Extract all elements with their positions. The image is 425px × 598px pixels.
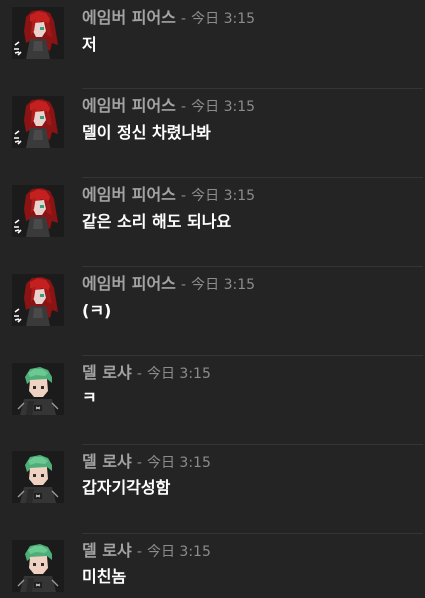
- message-timestamp: 今日 3:15: [146, 366, 211, 382]
- message-text: 미친놈: [82, 567, 127, 586]
- header-separator: -: [136, 544, 142, 560]
- message-timestamp: 今日 3:15: [146, 455, 211, 471]
- chat-message: 에임버 피어스 - 今日 3:15 델이 정신 차렸나봐: [0, 89, 425, 178]
- message-text: 델이 정신 차렸나봐: [82, 123, 211, 142]
- green-haired-character-avatar-icon: [12, 540, 64, 592]
- green-haired-character-avatar-icon: [12, 363, 64, 415]
- header-separator: -: [136, 366, 142, 382]
- message-author[interactable]: 델 로샤: [82, 541, 132, 560]
- user-avatar[interactable]: [12, 540, 64, 592]
- header-separator: -: [180, 99, 187, 115]
- header-separator: -: [136, 455, 142, 471]
- user-avatar[interactable]: [12, 96, 64, 148]
- chat-message: 에임버 피어스 - 今日 3:15 (ㅋ): [0, 267, 425, 356]
- message-text: 저: [82, 35, 97, 54]
- message-author[interactable]: 에임버 피어스: [82, 8, 176, 27]
- message-author[interactable]: 에임버 피어스: [82, 185, 176, 204]
- message-timestamp: 今日 3:15: [146, 544, 211, 560]
- message-header: 델 로샤 - 今日 3:15: [82, 363, 211, 384]
- message-header: 에임버 피어스 - 今日 3:15: [82, 96, 255, 117]
- message-text: ㅋ: [82, 388, 97, 407]
- message-timestamp: 今日 3:15: [191, 188, 256, 204]
- message-text: (ㅋ): [82, 301, 112, 320]
- message-header: 에임버 피어스 - 今日 3:15: [82, 274, 255, 295]
- message-text: 갑자기각성함: [82, 478, 171, 497]
- chat-message: 델 로샤 - 今日 3:15 갑자기각성함: [0, 445, 425, 534]
- header-separator: -: [180, 277, 187, 293]
- message-author[interactable]: 델 로샤: [82, 452, 132, 471]
- user-avatar[interactable]: [12, 363, 64, 415]
- message-header: 델 로샤 - 今日 3:15: [82, 541, 211, 562]
- message-author[interactable]: 델 로샤: [82, 363, 132, 382]
- message-timestamp: 今日 3:15: [191, 99, 256, 115]
- header-separator: -: [180, 188, 187, 204]
- chat-message: 에임버 피어스 - 今日 3:15 같은 소리 해도 되나요: [0, 178, 425, 267]
- message-author[interactable]: 에임버 피어스: [82, 274, 176, 293]
- message-header: 에임버 피어스 - 今日 3:15: [82, 8, 255, 29]
- red-haired-character-avatar-icon: [12, 96, 64, 148]
- chat-message-list: 에임버 피어스 - 今日 3:15 저 에임버 피어스 - 今日 3:15 델이…: [0, 0, 425, 598]
- chat-message: 델 로샤 - 今日 3:15 ㅋ: [0, 356, 425, 445]
- message-timestamp: 今日 3:15: [191, 11, 256, 27]
- message-header: 델 로샤 - 今日 3:15: [82, 452, 211, 473]
- message-timestamp: 今日 3:15: [191, 277, 256, 293]
- user-avatar[interactable]: [12, 274, 64, 326]
- green-haired-character-avatar-icon: [12, 451, 64, 503]
- message-header: 에임버 피어스 - 今日 3:15: [82, 185, 255, 206]
- red-haired-character-avatar-icon: [12, 185, 64, 237]
- red-haired-character-avatar-icon: [12, 274, 64, 326]
- user-avatar[interactable]: [12, 185, 64, 237]
- message-text: 같은 소리 해도 되나요: [82, 212, 232, 231]
- user-avatar[interactable]: [12, 451, 64, 503]
- red-haired-character-avatar-icon: [12, 7, 64, 59]
- header-separator: -: [180, 11, 187, 27]
- message-author[interactable]: 에임버 피어스: [82, 96, 176, 115]
- chat-message: 델 로샤 - 今日 3:15 미친놈: [0, 534, 425, 598]
- chat-message: 에임버 피어스 - 今日 3:15 저: [0, 0, 425, 89]
- user-avatar[interactable]: [12, 7, 64, 59]
